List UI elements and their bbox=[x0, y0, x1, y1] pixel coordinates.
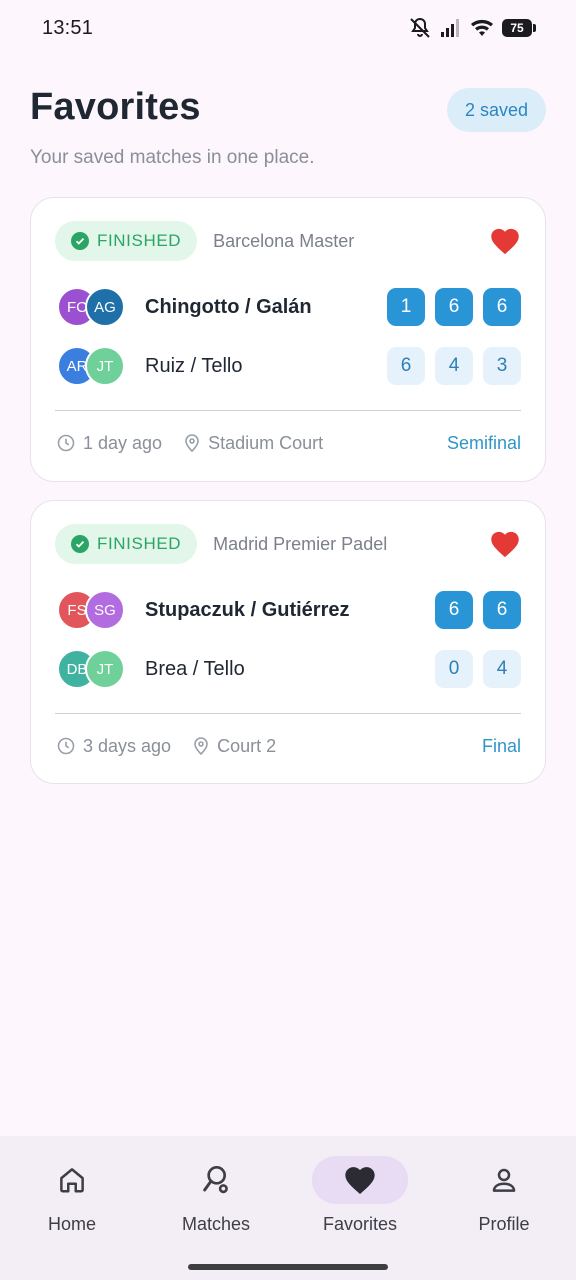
notifications-muted-icon bbox=[410, 17, 430, 38]
set-score: 6 bbox=[387, 347, 425, 385]
court-name: Court 2 bbox=[217, 735, 277, 756]
nav-item-favorites[interactable]: Favorites bbox=[288, 1156, 432, 1246]
set-score: 6 bbox=[483, 288, 521, 326]
team-name: Brea / Tello bbox=[145, 657, 245, 680]
team-row: DB JT Brea / Tello 0 4 bbox=[57, 648, 521, 690]
time-ago: 1 day ago bbox=[83, 432, 163, 453]
set-score: 0 bbox=[435, 650, 473, 688]
card-footer: 3 days ago Court 2 Final bbox=[57, 732, 521, 760]
gesture-handle[interactable] bbox=[188, 1264, 388, 1270]
check-circle-icon bbox=[71, 535, 89, 553]
person-icon bbox=[492, 1168, 516, 1192]
team-avatars: FS SG bbox=[57, 590, 129, 630]
avatar: JT bbox=[85, 346, 125, 386]
page-title: Favorites bbox=[30, 86, 201, 128]
favorite-heart-icon[interactable] bbox=[489, 528, 521, 560]
set-scores: 6 6 bbox=[435, 591, 521, 629]
bottom-navigation: Home Matches Favorites Profile bbox=[0, 1136, 576, 1280]
round-label: Final bbox=[481, 735, 521, 756]
team-name: Stupaczuk / Gutiérrez bbox=[145, 598, 350, 621]
location-pin-icon bbox=[185, 434, 199, 452]
wifi-icon bbox=[471, 19, 493, 36]
status-bar: 13:51 75 bbox=[0, 0, 576, 56]
battery-level: 75 bbox=[502, 19, 532, 37]
card-footer: 1 day ago Stadium Court Semifinal bbox=[57, 429, 521, 457]
team-avatars: FC AG bbox=[57, 287, 129, 327]
team-avatars: DB JT bbox=[57, 649, 129, 689]
status-label: FINISHED bbox=[97, 534, 182, 553]
signal-icon bbox=[441, 19, 459, 37]
nav-label: Favorites bbox=[322, 1214, 398, 1234]
match-card[interactable]: FINISHED Madrid Premier Padel FS SG Stup… bbox=[30, 500, 546, 784]
nav-label: Profile bbox=[478, 1214, 530, 1234]
match-card[interactable]: FINISHED Barcelona Master FC AG Chingott… bbox=[30, 197, 546, 482]
tournament-name: Barcelona Master bbox=[213, 230, 355, 251]
status-time: 13:51 bbox=[42, 16, 94, 39]
set-score: 4 bbox=[435, 347, 473, 385]
court-name: Stadium Court bbox=[208, 432, 324, 453]
time-ago: 3 days ago bbox=[83, 735, 172, 756]
divider bbox=[55, 713, 521, 714]
set-score: 3 bbox=[483, 347, 521, 385]
time-meta: 3 days ago bbox=[57, 736, 171, 757]
home-icon bbox=[60, 1168, 84, 1193]
nav-item-home[interactable]: Home bbox=[0, 1156, 144, 1246]
team-row: FS SG Stupaczuk / Gutiérrez 6 6 bbox=[57, 589, 521, 631]
status-label: FINISHED bbox=[97, 231, 182, 250]
nav-label: Home bbox=[47, 1214, 96, 1234]
avatar: AG bbox=[85, 287, 125, 327]
status-badge: FINISHED bbox=[55, 221, 198, 261]
team-row: AR JT Ruiz / Tello 6 4 3 bbox=[57, 345, 521, 387]
team-name: Ruiz / Tello bbox=[145, 354, 243, 377]
battery-indicator: 75 bbox=[502, 19, 536, 37]
nav-item-profile[interactable]: Profile bbox=[432, 1156, 576, 1246]
team-row: FC AG Chingotto / Galán 1 6 6 bbox=[57, 286, 521, 328]
avatar: SG bbox=[85, 590, 125, 630]
location-pin-icon bbox=[194, 737, 208, 755]
team-name: Chingotto / Galán bbox=[145, 295, 312, 318]
saved-count-badge: 2 saved bbox=[446, 88, 546, 132]
clock-icon bbox=[57, 434, 75, 452]
page-subtitle: Your saved matches in one place. bbox=[30, 147, 315, 168]
tournament-name: Madrid Premier Padel bbox=[213, 533, 388, 554]
nav-label: Matches bbox=[181, 1214, 251, 1234]
divider bbox=[55, 410, 521, 411]
status-badge: FINISHED bbox=[55, 524, 198, 564]
clock-icon bbox=[57, 737, 75, 755]
nav-item-matches[interactable]: Matches bbox=[144, 1156, 288, 1246]
time-meta: 1 day ago bbox=[57, 433, 162, 454]
round-label: Semifinal bbox=[446, 432, 521, 453]
status-icons: 75 bbox=[408, 16, 536, 40]
set-score: 1 bbox=[387, 288, 425, 326]
check-circle-icon bbox=[71, 232, 89, 250]
heart-icon bbox=[345, 1167, 375, 1194]
avatar: JT bbox=[85, 649, 125, 689]
set-score: 4 bbox=[483, 650, 521, 688]
court-meta: Court 2 bbox=[193, 736, 276, 757]
team-avatars: AR JT bbox=[57, 346, 129, 386]
set-scores: 6 4 3 bbox=[387, 347, 521, 385]
set-score: 6 bbox=[435, 591, 473, 629]
set-scores: 0 4 bbox=[435, 650, 521, 688]
set-scores: 1 6 6 bbox=[387, 288, 521, 326]
set-score: 6 bbox=[483, 591, 521, 629]
set-score: 6 bbox=[435, 288, 473, 326]
court-meta: Stadium Court bbox=[184, 433, 323, 454]
favorite-heart-icon[interactable] bbox=[489, 225, 521, 257]
racket-icon bbox=[203, 1166, 228, 1194]
